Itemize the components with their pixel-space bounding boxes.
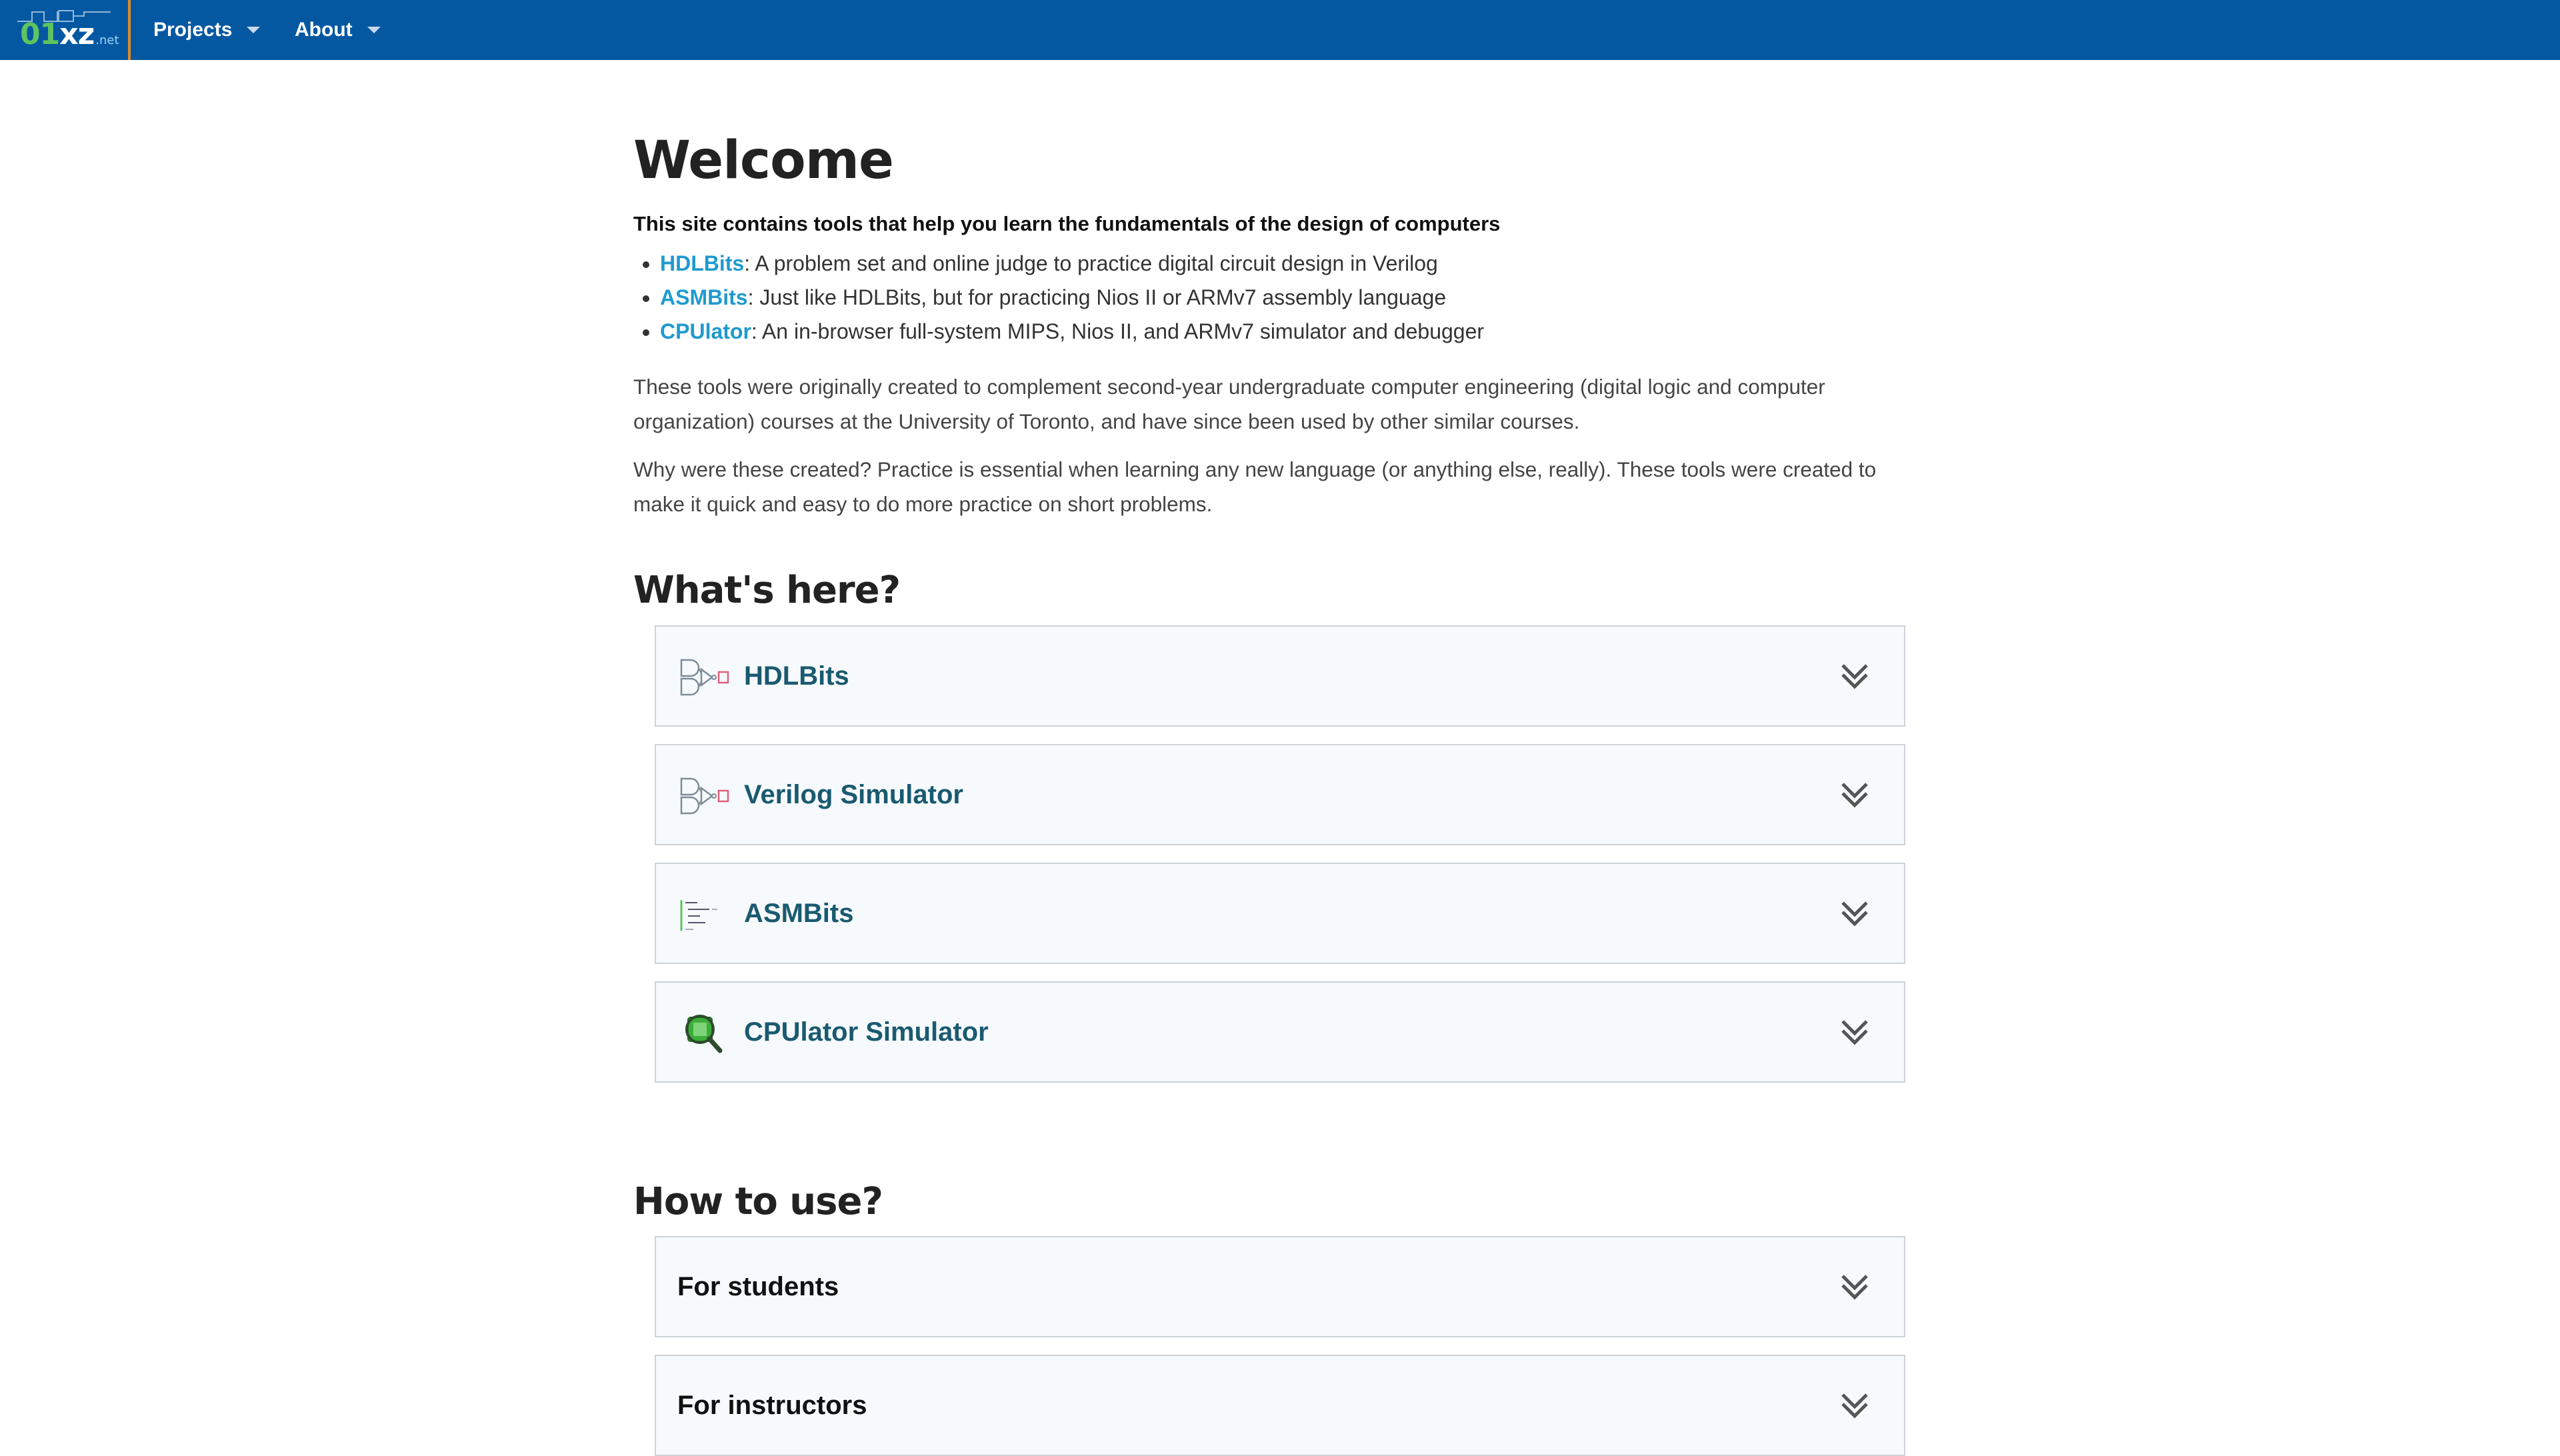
- accordion-asmbits[interactable]: ASMBits: [655, 863, 1905, 964]
- logic-gates-icon: [679, 656, 729, 699]
- motivation-paragraph: Why were these created? Practice is esse…: [633, 457, 1877, 516]
- intro-paragraph: These tools were originally created to c…: [633, 375, 1825, 433]
- how-to-use-heading: How to use?: [633, 1180, 883, 1223]
- chevron-double-down-icon: [1841, 664, 1868, 689]
- accordion-verilog-simulator[interactable]: Verilog Simulator: [655, 744, 1905, 845]
- accordion-for-instructors[interactable]: For instructors: [655, 1355, 1905, 1456]
- top-navbar: 01xz .net Projects About: [0, 0, 2560, 60]
- logic-gates-icon: [679, 775, 729, 817]
- logo-text: 01xz .net: [20, 17, 119, 51]
- chevron-double-down-icon: [1841, 1020, 1868, 1045]
- accordion-hdlbits[interactable]: HDLBits: [655, 625, 1905, 727]
- card-title: ASMBits: [744, 898, 854, 928]
- site-logo[interactable]: 01xz .net: [0, 0, 131, 60]
- card-title: CPUlator Simulator: [744, 1017, 989, 1047]
- tool-description: : Just like HDLBits, but for practicing …: [747, 285, 1447, 309]
- chevron-double-down-icon: [1841, 783, 1868, 808]
- accordion-for-students[interactable]: For students: [655, 1236, 1905, 1337]
- tool-description: : A problem set and online judge to prac…: [744, 251, 1438, 275]
- whats-here-heading: What's here?: [633, 569, 901, 612]
- chevron-double-down-icon: [1841, 901, 1868, 927]
- tools-list: HDLBits: A problem set and online judge …: [633, 247, 1484, 349]
- nav-projects-label: Projects: [153, 19, 233, 41]
- accordion-cpulator-simulator[interactable]: CPUlator Simulator: [655, 981, 1905, 1083]
- nav-about-menu[interactable]: About: [295, 0, 381, 60]
- caret-down-icon: [247, 27, 261, 33]
- card-title: For students: [677, 1271, 839, 1301]
- assembly-code-icon: [679, 893, 729, 936]
- list-item: HDLBits: A problem set and online judge …: [660, 247, 1484, 281]
- cpu-magnifier-icon: [679, 1012, 729, 1055]
- tool-description: : An in-browser full-system MIPS, Nios I…: [751, 319, 1485, 343]
- card-title: Verilog Simulator: [744, 779, 963, 809]
- nav-projects-menu[interactable]: Projects: [153, 0, 261, 60]
- caret-down-icon: [367, 27, 381, 33]
- asmbits-link[interactable]: ASMBits: [660, 285, 748, 309]
- cpulator-link[interactable]: CPUlator: [660, 319, 751, 343]
- page-title: Welcome: [633, 131, 894, 191]
- list-item: CPUlator: An in-browser full-system MIPS…: [660, 315, 1484, 349]
- list-item: ASMBits: Just like HDLBits, but for prac…: [660, 281, 1484, 315]
- chevron-double-down-icon: [1841, 1275, 1868, 1300]
- nav-about-label: About: [295, 19, 353, 41]
- lead-text: This site contains tools that help you l…: [633, 212, 1501, 235]
- chevron-double-down-icon: [1841, 1393, 1868, 1419]
- card-title: HDLBits: [744, 661, 849, 691]
- hdlbits-link[interactable]: HDLBits: [660, 251, 744, 275]
